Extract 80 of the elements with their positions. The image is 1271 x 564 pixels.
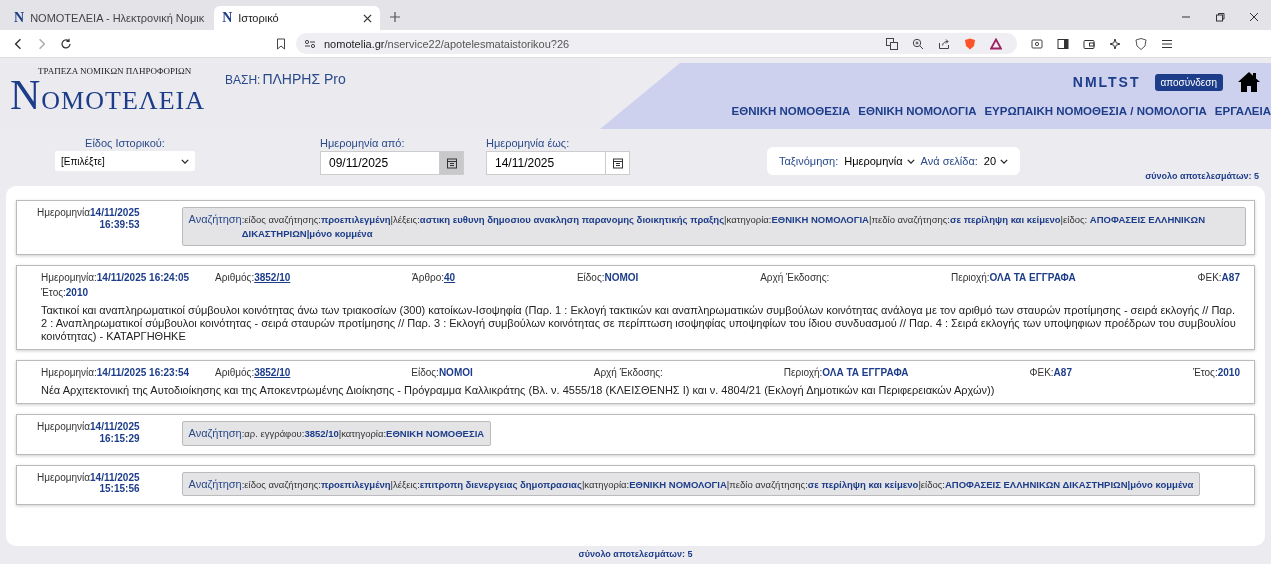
translate-icon[interactable] bbox=[886, 37, 898, 50]
menu-icon[interactable] bbox=[1161, 37, 1173, 50]
address-field[interactable]: nomotelia.gr/nservice22/apotelesmataistorikou?26 bbox=[296, 33, 1017, 54]
chevron-icon bbox=[181, 158, 189, 164]
document-field: Άρθρο:40 bbox=[412, 271, 551, 283]
chevron-icon bbox=[906, 158, 915, 164]
zoom-icon[interactable] bbox=[912, 37, 924, 50]
document-field: Έτος:2010 bbox=[41, 286, 89, 298]
search-criteria: :αρ. εγγράφου:3852/10|κατηγορία:ΕΘΝΙΚΗ ΝΟΜΟΘΕΣΙΑ bbox=[241, 427, 485, 442]
document-field: Αριθμός:3852/10 bbox=[215, 271, 387, 283]
document-field: Αριθμός:3852/10 bbox=[215, 367, 386, 379]
username: NMLTST bbox=[1072, 74, 1141, 90]
close-icon[interactable] bbox=[363, 13, 373, 23]
calendar-icon bbox=[445, 157, 458, 169]
entry-date: Ημερομηνία14/11/2025 15:15:56 bbox=[37, 471, 140, 495]
browser-tab[interactable]: N Ιστορικό bbox=[214, 6, 381, 30]
document-field: ΦΕΚ:A87 bbox=[1197, 271, 1240, 283]
logout-button[interactable]: αποσύνδεση bbox=[1154, 73, 1223, 91]
document-field: Αρχή Έκδοσης: bbox=[593, 367, 758, 379]
document-field: Έτος:2010 bbox=[1192, 367, 1240, 379]
document-field: Ημερομηνία:14/11/2025 16:23:54 bbox=[41, 367, 190, 379]
close-icon[interactable] bbox=[1249, 12, 1259, 22]
wallet-icon[interactable] bbox=[1083, 37, 1095, 50]
result-count: σύνολο αποτελεσμάτων: 5 bbox=[1145, 171, 1259, 181]
search-label: Αναζήτηση bbox=[188, 426, 242, 442]
reload-icon[interactable] bbox=[60, 37, 72, 50]
result-count: σύνολο αποτελεσμάτων: 5 bbox=[578, 549, 693, 559]
date-field[interactable]: 09/11/2025 bbox=[320, 151, 440, 175]
screenshot-icon[interactable] bbox=[1031, 37, 1043, 50]
entry-date: Ημερομηνία14/11/2025 16:15:29 bbox=[37, 421, 140, 445]
document-field: Ημερομηνία:14/11/2025 16:24:05 bbox=[41, 271, 190, 283]
entry-date: Ημερομηνία14/11/2025 16:39:53 bbox=[37, 207, 140, 230]
restore-icon[interactable] bbox=[1215, 12, 1225, 22]
new-tab-icon[interactable] bbox=[390, 12, 401, 22]
document-title[interactable]: Νέα Αρχιτεκτονική της Αυτοδιοίκησης και της Αποκεντρωμένης Διοίκησης - Πρόγραμμα Καλλικράτης (Βλ. ν. 4555/18 (ΚΛΕΙΣΘΕΝΗΣ Ι) και ν. 4804/21 (Εκλογή Δημοτικών και Περιφερειακών Αρχών)) bbox=[41, 384, 1240, 398]
date-field[interactable]: 14/11/2025 bbox=[486, 151, 606, 175]
document-field: Περιοχή:ΟΛΑ ΤΑ ΕΓΓΡΑΦΑ bbox=[951, 271, 1172, 283]
field-label: Ημερομηνία από: bbox=[320, 137, 406, 149]
search-criteria: :είδος αναζήτησης:προεπιλεγμένη|λέξεις:επιτροπη διενεργειας δημοπρασιας|κατηγορία:ΕΘΝΙΚΗ ΝΟΜΟΛΟΓΙΑ|πεδίο αναζήτησης:σε περίληψη και κείμενο|είδος:ΑΠΟΦΑΣΕΙΣ ΕΛΛΗΝΙΚΩΝ ΔΙΚΑΣΤΗΡΙΩΝ|μόνο κομμένα bbox=[241, 477, 1194, 492]
document-field: Είδος:ΝΟΜΟΙ bbox=[576, 271, 735, 283]
site-icon: N bbox=[222, 10, 233, 26]
nav-link[interactable]: ΕΥΡΩΠΑΙΚΗ ΝΟΜΟΘΕΣΙΑ / ΝΟΜΟΛΟΓΙΑ bbox=[984, 105, 1207, 117]
document-field: ΦΕΚ:A87 bbox=[1029, 367, 1167, 379]
field-label: Είδος Ιστορικού: bbox=[85, 137, 165, 149]
bookmark-icon[interactable] bbox=[276, 37, 286, 50]
site-settings-icon[interactable] bbox=[304, 38, 316, 49]
per-page-select[interactable]: 20 bbox=[983, 155, 1009, 167]
search-criteria: :είδος αναζήτησης:προεπιλεγμένη|λέξεις:αστικη ευθυνη δημοσιου ανακληση παρανομης διοικητικής πραξης|κατηγορία:ΕΘΝΙΚΗ ΝΟΜΟΛΟΓΙΑ|πεδίο αναζήτησης:σε περίληψη και κείμενο|είδος: ΑΠΟΦΑΣΕΙΣ ΕΛΛΗΝΙΚΩΝ ΔΙΚΑΣΤΗΡΙΩΝ|μόνο κομμένα bbox=[241, 213, 1207, 242]
logo-subtitle: ΤΡΑΠΕΖΑ ΝΟΜΙΚΩΝ ΠΛΗΡΟΦΟΡΙΩΝ bbox=[38, 67, 192, 76]
sort-label: Ταξινόμηση: bbox=[779, 155, 839, 167]
back-icon[interactable] bbox=[12, 37, 24, 50]
per-page-label: Ανά σελίδα: bbox=[920, 155, 978, 167]
calendar-button[interactable] bbox=[440, 151, 464, 175]
base-value: ΠΛΗΡΗΣ Pro bbox=[262, 71, 346, 87]
nav-link[interactable]: ΕΘΝΙΚΗ ΝΟΜΟΛΟΓΙΑ bbox=[858, 105, 977, 117]
sidebar-icon[interactable] bbox=[1057, 37, 1069, 50]
nav-link[interactable]: ΕΡΓΑΛΕΙΑ bbox=[1214, 105, 1271, 117]
document-title[interactable]: Τακτικοί και αναπληρωματικοί σύμβουλοι κοινότητας άνω των τριακοσίων (300) κατοίκων-Ισοψηφία (Παρ. 1 : Εκλογή τακτικών και αναπληρωματικών συμβούλων κοινότητας ανάλογα με τον αριθμό των σταυρών προτίμησης - σειρά εκλογής // Παρ. 2 : Αναπληρωματικοί σύμβουλοι κοινότητας - σειρά σταυρών προτίμησης // Παρ. 3 : Εκλογή συμβούλων κοινότητας σε περίπτωση ισοψηφίας υποψηφίων του ίδιου συνδυασμού // Παρ. 4 : Σειρά εκλογής των υποψηφιων προέδρων του συμβουλίου κοινότητας) - ΚΑΤΑΡΓΗΘΗΚΕ bbox=[41, 303, 1240, 344]
shield-icon[interactable] bbox=[964, 37, 976, 50]
search-label: Αναζήτηση bbox=[188, 476, 242, 492]
shield-icon[interactable] bbox=[1135, 37, 1147, 50]
logo[interactable]: ΝΟΜΟΤΕΛΕΙΑ bbox=[10, 74, 205, 116]
home-icon[interactable] bbox=[1237, 71, 1261, 93]
triangle-icon[interactable] bbox=[990, 37, 1002, 50]
sort-select[interactable]: Ημερομηνία bbox=[844, 155, 915, 167]
document-field: Είδος:ΝΟΜΟΙ bbox=[411, 367, 568, 379]
chevron-icon bbox=[1000, 158, 1009, 164]
browser-tab[interactable]: N ΝΟΜΟΤΕΛΕΙΑ - Ηλεκτρονική Νομικ bbox=[6, 6, 213, 30]
site-icon: N bbox=[14, 10, 25, 26]
document-field: Περιοχή:ΟΛΑ ΤΑ ΕΓΓΡΑΦΑ bbox=[783, 367, 1004, 379]
search-label: Αναζήτηση bbox=[188, 212, 242, 227]
nav-link[interactable]: ΕΘΝΙΚΗ ΝΟΜΟΘΕΣΙΑ bbox=[731, 105, 851, 117]
calendar-button[interactable] bbox=[606, 151, 630, 175]
field-label: Ημερομηνία έως: bbox=[486, 137, 571, 149]
sparkle-icon[interactable] bbox=[1109, 37, 1121, 50]
calendar-icon bbox=[611, 157, 624, 169]
share-icon[interactable] bbox=[938, 37, 950, 50]
history-type-select[interactable]: [Επιλέξτε] bbox=[55, 151, 195, 171]
base-label: ΒΑΣΗ: bbox=[224, 73, 261, 87]
document-field: Αρχή Έκδοσης: bbox=[760, 271, 925, 283]
